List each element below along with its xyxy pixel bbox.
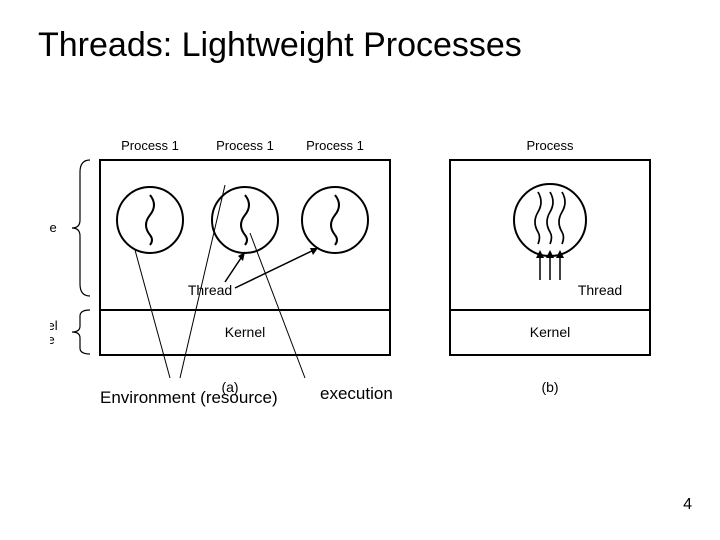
right-caption: (b) bbox=[541, 379, 558, 395]
user-space-brace: Userspace bbox=[50, 160, 90, 296]
right-process-label: Process bbox=[527, 138, 574, 153]
execution-arrow bbox=[250, 233, 305, 378]
left-process-circle-3 bbox=[302, 187, 368, 253]
page-number: 4 bbox=[683, 496, 692, 514]
left-process-label-3: Process 1 bbox=[306, 138, 364, 153]
diagram-figure: Userspace Kernelspace Kernel Process 1 P… bbox=[50, 120, 690, 410]
kernel-space-label: Kernelspace bbox=[50, 318, 58, 347]
left-process-circle-1 bbox=[117, 187, 183, 253]
slide-title: Threads: Lightweight Processes bbox=[38, 26, 522, 65]
right-process-circle bbox=[514, 184, 586, 256]
left-thread-label: Thread bbox=[188, 282, 232, 298]
kernel-space-label-line1: Kernelspace bbox=[50, 318, 58, 347]
kernel-space-brace: Kernelspace bbox=[50, 310, 90, 354]
environment-arrow-1 bbox=[135, 250, 170, 378]
environment-annotation: Environment (resource) bbox=[100, 388, 278, 408]
left-process-label-2: Process 1 bbox=[216, 138, 274, 153]
right-thread-label: Thread bbox=[578, 282, 622, 298]
left-process-label-1: Process 1 bbox=[121, 138, 179, 153]
left-kernel-label: Kernel bbox=[225, 324, 265, 340]
execution-annotation: execution bbox=[320, 384, 393, 404]
right-kernel-label: Kernel bbox=[530, 324, 570, 340]
user-space-label-line1: Userspace bbox=[50, 206, 57, 235]
right-thread-arrows bbox=[536, 250, 564, 280]
user-space-label: Userspace bbox=[50, 206, 57, 235]
left-thread-arrow-2 bbox=[235, 248, 318, 288]
